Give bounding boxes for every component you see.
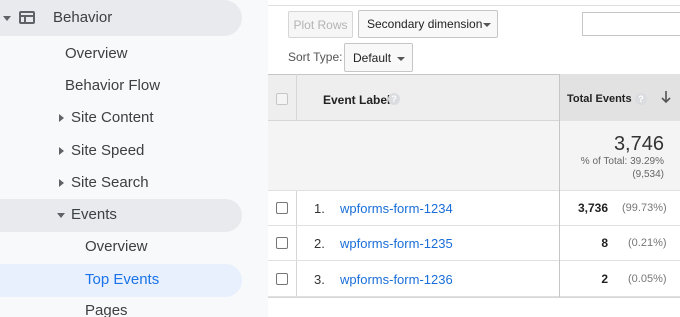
row-checkbox[interactable] [276, 237, 288, 249]
sort-type-value: Default [353, 51, 392, 65]
caret-right-icon [59, 147, 64, 155]
report-panel: Plot Rows Secondary dimension Sort Type:… [268, 0, 680, 317]
sort-type-label: Sort Type: [288, 50, 343, 64]
header-total-events-cell[interactable]: Total Events ? [559, 74, 680, 121]
total-events-value: 8 [601, 236, 608, 250]
total-events-value: 3,736 [577, 201, 608, 215]
event-label-link[interactable]: wpforms-form-1234 [340, 201, 453, 216]
secondary-dimension-dropdown[interactable]: Secondary dimension [358, 10, 498, 38]
event-label-link[interactable]: wpforms-form-1236 [340, 272, 453, 287]
nav-behavior-flow-label: Behavior Flow [65, 77, 161, 94]
behavior-icon [19, 11, 35, 24]
header-event-label[interactable]: Event Label [323, 93, 390, 107]
caret-right-icon [59, 114, 64, 122]
nav-pages-label: Pages [85, 302, 128, 317]
nav-behavior-label: Behavior [53, 9, 113, 26]
nav-top-events-label: Top Events [85, 271, 160, 288]
table-bottom-border [268, 297, 680, 298]
row-checkbox[interactable] [276, 273, 288, 285]
table-row: 1. wpforms-form-1234 3,736 (99.73%) [268, 191, 680, 226]
header-total-events: Total Events [567, 93, 632, 105]
row-number: 2. [314, 236, 325, 251]
nav-site-content-label: Site Content [71, 109, 154, 126]
select-all-checkbox[interactable] [276, 93, 288, 105]
help-icon[interactable]: ? [635, 93, 647, 105]
nav-top-events[interactable]: Top Events [0, 264, 242, 297]
total-events-percent: (99.73%) [622, 202, 667, 214]
total-events-percent: (0.21%) [628, 237, 667, 249]
summary-site-total: (9,534) [632, 169, 664, 180]
caret-down-icon [57, 213, 65, 218]
row-number: 3. [314, 272, 325, 287]
secondary-dimension-label: Secondary dimension [367, 17, 483, 31]
nav-events-label: Events [71, 206, 117, 223]
nav-site-search-label: Site Search [71, 174, 149, 191]
top-divider [268, 0, 680, 6]
caret-right-icon [59, 179, 64, 187]
plot-rows-button[interactable]: Plot Rows [288, 11, 353, 38]
nav-behavior[interactable]: Behavior [0, 0, 242, 36]
table-search-input[interactable] [582, 12, 680, 36]
total-events-value: 2 [601, 272, 608, 286]
nav-site-speed-label: Site Speed [71, 142, 145, 159]
table-row: 2. wpforms-form-1235 8 (0.21%) [268, 226, 680, 261]
nav-events[interactable]: Events [0, 199, 242, 232]
nav-overview-label: Overview [65, 45, 128, 62]
help-icon[interactable]: ? [388, 93, 400, 105]
summary-total: 3,746 [613, 133, 664, 155]
table-row: 3. wpforms-form-1236 2 (0.05%) [268, 262, 680, 297]
summary-pct-of-total: % of Total: 39.29% [580, 156, 664, 167]
total-events-percent: (0.05%) [628, 273, 667, 285]
sidebar: Behavior Overview Behavior Flow Site Con… [0, 0, 268, 317]
row-number: 1. [314, 201, 325, 216]
event-label-link[interactable]: wpforms-form-1235 [340, 236, 453, 251]
dropdown-arrow-icon [483, 23, 491, 27]
nav-events-overview-label: Overview [85, 238, 148, 255]
row-checkbox[interactable] [276, 202, 288, 214]
summary-row: 3,746 % of Total: 39.29% (9,534) [268, 121, 680, 191]
plot-rows-label: Plot Rows [293, 17, 348, 32]
caret-down-icon [3, 16, 11, 21]
dropdown-arrow-icon [397, 57, 405, 61]
value-column-divider [559, 121, 560, 297]
sort-type-dropdown[interactable]: Default [344, 43, 413, 72]
sort-arrow-down-icon[interactable] [661, 91, 671, 104]
